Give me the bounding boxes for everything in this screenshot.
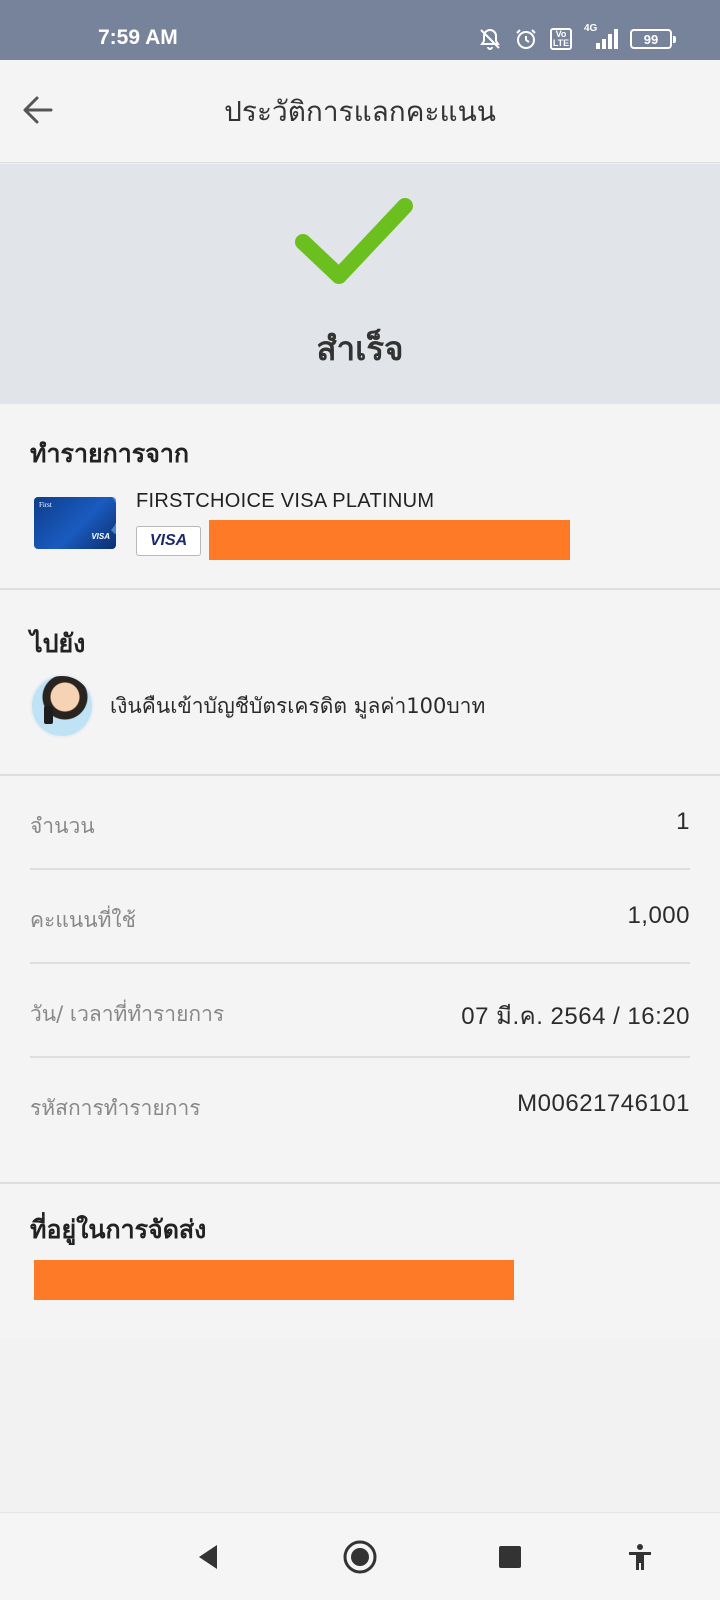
transaction-id-value: M00621746101 [517, 1090, 690, 1117]
volte-icon: Vo LTE [550, 28, 572, 50]
details-section: จำนวน 1 คะแนนที่ใช้ 1,000 วัน/ เวลาที่ทำ… [0, 776, 720, 1182]
visa-badge: VISA [136, 526, 201, 556]
from-section: ทำรายการจาก First VISA FIRSTCHOICE VISA … [0, 404, 720, 588]
card-name: FIRSTCHOICE VISA PLATINUM [136, 490, 435, 512]
alarm-off-icon [478, 27, 502, 51]
card-art-brand: First [39, 501, 52, 509]
battery-level: 99 [643, 31, 659, 47]
home-circle-icon [343, 1540, 377, 1574]
battery-icon: 99 [630, 29, 676, 49]
quantity-label: จำนวน [30, 814, 95, 838]
shipping-section: ที่อยู่ในการจัดส่ง [0, 1184, 720, 1338]
success-status-text: สำเร็จ [316, 329, 404, 368]
app-header: ประวัติการแลกคะแนน [0, 60, 720, 163]
redacted-address [34, 1260, 514, 1300]
datetime-label: วัน/ เวลาที่ทำรายการ [30, 1002, 225, 1026]
nav-back-button[interactable] [186, 1535, 230, 1579]
reward-name: เงินคืนเข้าบัญชีบัตรเครดิต มูลค่า100บาท [110, 694, 486, 718]
status-icons: Vo LTE 4G 99 [478, 23, 676, 52]
alarm-icon [514, 27, 538, 51]
nav-home-button[interactable] [338, 1535, 382, 1579]
shipping-heading: ที่อยู่ในการจัดส่ง [30, 1215, 207, 1244]
signal-4g-icon: 4G [584, 23, 618, 51]
credit-card-image: First VISA [34, 497, 116, 549]
status-bar: 7:59 AM Vo LTE 4G 99 [0, 0, 720, 60]
from-heading: ทำรายการจาก [30, 439, 190, 468]
check-icon [295, 198, 413, 284]
recents-square-icon [499, 1546, 521, 1568]
detail-row-points-used: คะแนนที่ใช้ 1,000 [30, 870, 690, 964]
to-heading: ไปยัง [30, 629, 86, 658]
transaction-id-label: รหัสการทำรายการ [30, 1096, 201, 1120]
points-used-label: คะแนนที่ใช้ [30, 908, 136, 932]
reward-avatar [30, 674, 94, 738]
success-banner: สำเร็จ [0, 164, 720, 404]
nav-accessibility-button[interactable] [618, 1535, 662, 1579]
detail-row-quantity: จำนวน 1 [30, 776, 690, 870]
redacted-card-number [209, 520, 570, 560]
card-art-network: VISA [91, 532, 110, 541]
detail-row-datetime: วัน/ เวลาที่ทำรายการ 07 มี.ค. 2564 / 16:… [30, 964, 690, 1058]
nav-recents-button[interactable] [488, 1535, 532, 1579]
points-used-value: 1,000 [627, 902, 690, 929]
back-triangle-icon [199, 1545, 217, 1569]
accessibility-icon [629, 1544, 651, 1570]
status-time: 7:59 AM [98, 26, 178, 49]
page-title: ประวัติการแลกคะแนน [224, 95, 496, 128]
avatar-phone-graphic [44, 706, 53, 724]
system-nav-bar [0, 1512, 720, 1600]
quantity-value: 1 [676, 808, 690, 835]
to-section: ไปยัง เงินคืนเข้าบัญชีบัตรเครดิต มูลค่า1… [0, 590, 720, 774]
datetime-value: 07 มี.ค. 2564 / 16:20 [461, 1003, 690, 1030]
volte-bottom-label: LTE [552, 38, 570, 48]
detail-row-transaction-id: รหัสการทำรายการ M00621746101 [30, 1058, 690, 1152]
